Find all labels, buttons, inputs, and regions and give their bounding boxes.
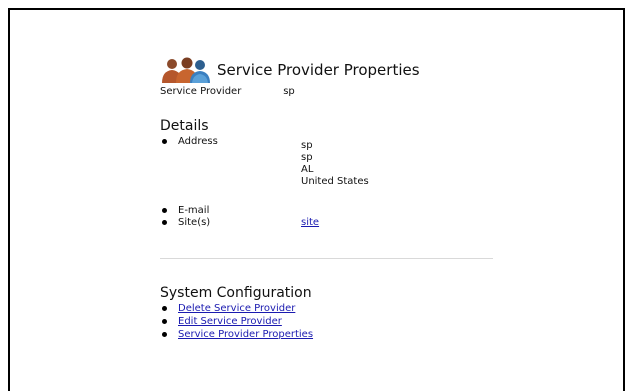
email-label: E-mail <box>178 205 210 216</box>
address-label: Address <box>178 136 218 147</box>
edit-service-provider-link[interactable]: Edit Service Provider <box>178 316 282 327</box>
address-value: sp sp AL United States <box>301 140 369 188</box>
page-title: Service Provider Properties <box>217 61 420 79</box>
bullet-icon <box>162 139 167 144</box>
bullet-icon <box>162 332 167 337</box>
details-heading: Details <box>160 118 209 134</box>
service-provider-properties-link[interactable]: Service Provider Properties <box>178 329 313 340</box>
people-icon <box>162 57 210 83</box>
divider <box>160 258 493 259</box>
service-provider-row: Service Provider sp <box>160 86 295 97</box>
bullet-icon <box>162 306 167 311</box>
bullet-icon <box>162 208 167 213</box>
bullet-icon <box>162 220 167 225</box>
system-configuration-heading: System Configuration <box>160 285 312 301</box>
address-line: United States <box>301 176 369 187</box>
address-line: sp <box>301 140 313 151</box>
site-link[interactable]: site <box>301 217 319 228</box>
delete-service-provider-link[interactable]: Delete Service Provider <box>178 303 295 314</box>
content-frame: Service Provider Properties <box>8 8 625 391</box>
service-provider-label: Service Provider <box>160 86 242 97</box>
address-line: sp <box>301 152 313 163</box>
service-provider-value: sp <box>283 86 295 97</box>
address-line: AL <box>301 164 314 175</box>
sites-label: Site(s) <box>178 217 211 228</box>
bullet-icon <box>162 319 167 324</box>
